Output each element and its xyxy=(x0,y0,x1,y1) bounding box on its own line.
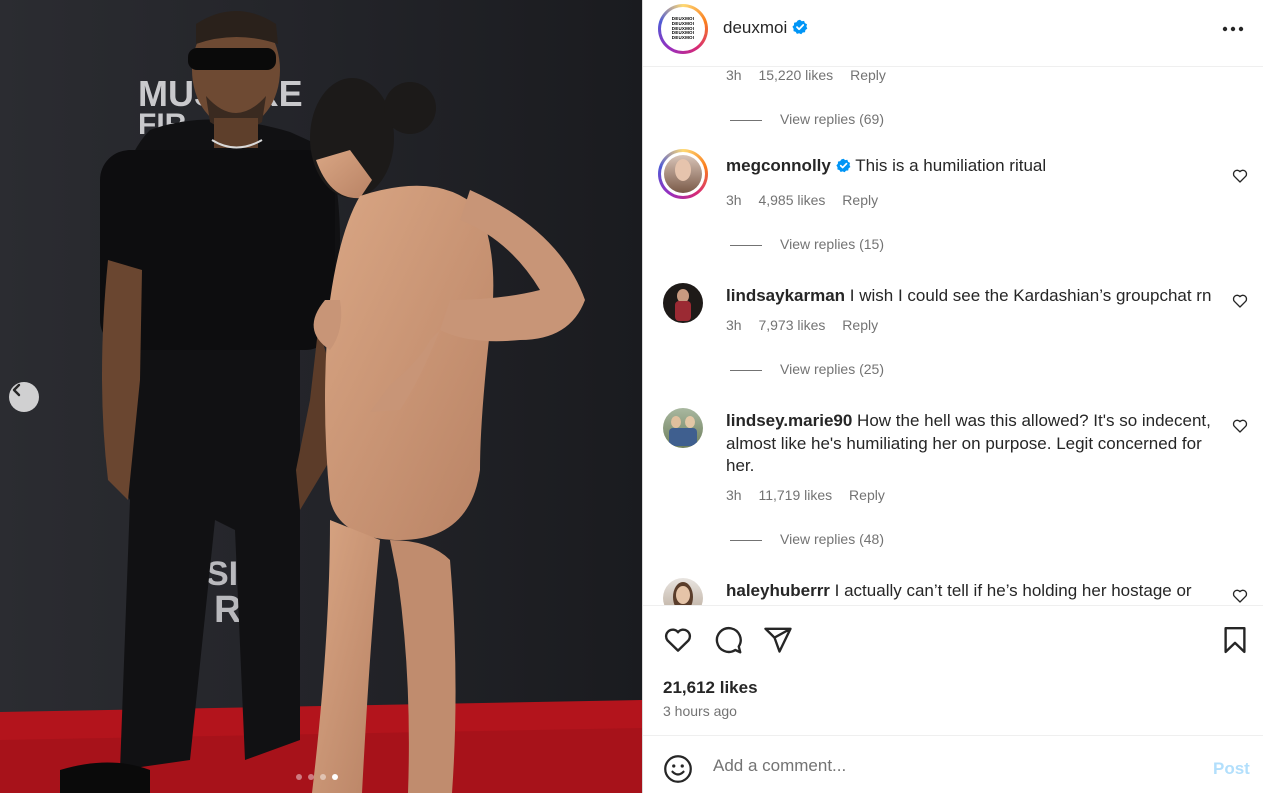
comment-text: haleyhuberrr I actually can’t tell if he… xyxy=(726,580,1218,603)
view-replies-button[interactable]: View replies (69) xyxy=(730,111,884,127)
comment-composer: Post xyxy=(643,735,1263,794)
avatar-logo-line: DEUXMOI xyxy=(671,35,695,41)
comment-time: 3h xyxy=(726,487,742,503)
comment-time: 3h xyxy=(726,317,742,333)
carousel-dot xyxy=(308,774,314,780)
like-comment-heart-icon[interactable] xyxy=(1232,418,1248,434)
chevron-left-icon xyxy=(12,383,21,397)
share-send-icon[interactable] xyxy=(763,625,793,655)
profile-avatar[interactable]: DEUXMOI DEUXMOI DEUXMOI DEUXMOI DEUXMOI xyxy=(658,4,708,54)
post-comment-button[interactable]: Post xyxy=(1213,759,1250,779)
comment-username[interactable]: lindsaykarman xyxy=(726,286,845,305)
verified-badge-icon xyxy=(836,158,851,173)
comment-bubble-icon[interactable] xyxy=(713,625,743,655)
view-replies-label: View replies (25) xyxy=(780,361,885,377)
comment-text: lindsey.marie90 How the hell was this al… xyxy=(726,410,1218,478)
comment-avatar[interactable] xyxy=(663,283,703,323)
more-horizontal-icon xyxy=(1222,26,1244,32)
view-replies-label: View replies (69) xyxy=(780,111,885,127)
view-replies-button[interactable]: View replies (15) xyxy=(730,236,884,252)
view-replies-line xyxy=(730,369,762,371)
comment-body: This is a humiliation ritual xyxy=(850,156,1047,175)
comment-likes[interactable]: 15,220 likes xyxy=(758,67,833,83)
comment-meta: 3h 4,985 likes Reply xyxy=(726,192,891,208)
comment-username[interactable]: lindsey.marie90 xyxy=(726,411,852,430)
post-panel: DEUXMOI DEUXMOI DEUXMOI DEUXMOI DEUXMOI … xyxy=(642,0,1263,793)
like-comment-heart-icon[interactable] xyxy=(1232,588,1248,604)
post-likes-count[interactable]: 21,612 likes xyxy=(663,678,758,698)
like-heart-icon[interactable] xyxy=(663,625,693,655)
comment-likes[interactable]: 4,985 likes xyxy=(758,192,825,208)
comment-avatar[interactable] xyxy=(658,149,708,199)
comment-reply-button[interactable]: Reply xyxy=(849,487,885,503)
comment-likes[interactable]: 11,719 likes xyxy=(758,487,832,503)
comment-meta: 3h 7,973 likes Reply xyxy=(726,317,891,333)
avatar-logo: DEUXMOI DEUXMOI DEUXMOI DEUXMOI DEUXMOI xyxy=(666,12,700,46)
comment-body: I wish I could see the Kardashian’s grou… xyxy=(845,286,1212,305)
view-replies-line xyxy=(730,244,762,246)
carousel-dot xyxy=(296,774,302,780)
emoji-icon[interactable] xyxy=(663,754,693,784)
comment-input[interactable] xyxy=(713,753,1183,779)
comments-list[interactable]: 3h 15,220 likes Reply View replies (69) … xyxy=(643,67,1263,605)
carousel-dot xyxy=(320,774,326,780)
comment-text: megconnolly This is a humiliation ritual xyxy=(726,155,1218,178)
save-bookmark-icon[interactable] xyxy=(1220,625,1250,655)
more-options-button[interactable] xyxy=(1222,18,1244,46)
view-replies-label: View replies (48) xyxy=(780,531,885,547)
post-actions: 21,612 likes 3 hours ago xyxy=(643,605,1263,736)
view-replies-line xyxy=(730,119,762,121)
view-replies-label: View replies (15) xyxy=(780,236,885,252)
comment-meta: 3h 11,719 likes Reply xyxy=(726,487,898,503)
view-replies-button[interactable]: View replies (48) xyxy=(730,531,884,547)
like-comment-heart-icon[interactable] xyxy=(1232,168,1248,184)
post-username[interactable]: deuxmoi xyxy=(723,18,787,37)
comment-meta: 3h 15,220 likes Reply xyxy=(726,67,899,83)
like-comment-heart-icon[interactable] xyxy=(1232,293,1248,309)
comment-text: lindsaykarman I wish I could see the Kar… xyxy=(726,285,1218,308)
view-replies-line xyxy=(730,539,762,541)
post-timestamp: 3 hours ago xyxy=(663,703,737,719)
post-header: DEUXMOI DEUXMOI DEUXMOI DEUXMOI DEUXMOI … xyxy=(643,0,1263,67)
comment-body: I actually can’t tell if he’s holding he… xyxy=(829,581,1192,600)
view-replies-button[interactable]: View replies (25) xyxy=(730,361,884,377)
carousel-indicator xyxy=(296,774,338,780)
carousel-dot-active xyxy=(332,774,338,780)
post-image: MUS ARE FIR SICA REL xyxy=(0,0,642,793)
comment-reply-button[interactable]: Reply xyxy=(850,67,886,83)
comment-time: 3h xyxy=(726,192,742,208)
post-photo[interactable]: MUS ARE FIR SICA REL xyxy=(0,0,642,793)
comment-avatar[interactable] xyxy=(663,408,703,448)
verified-badge-icon xyxy=(792,19,808,35)
comment-username[interactable]: haleyhuberrr xyxy=(726,581,830,600)
comment-reply-button[interactable]: Reply xyxy=(842,192,878,208)
comment-username[interactable]: megconnolly xyxy=(726,156,831,175)
comment-avatar[interactable] xyxy=(663,578,703,605)
comment-time: 3h xyxy=(726,67,742,83)
comment-likes[interactable]: 7,973 likes xyxy=(758,317,825,333)
carousel-prev-button[interactable] xyxy=(9,382,39,412)
comment-reply-button[interactable]: Reply xyxy=(842,317,878,333)
